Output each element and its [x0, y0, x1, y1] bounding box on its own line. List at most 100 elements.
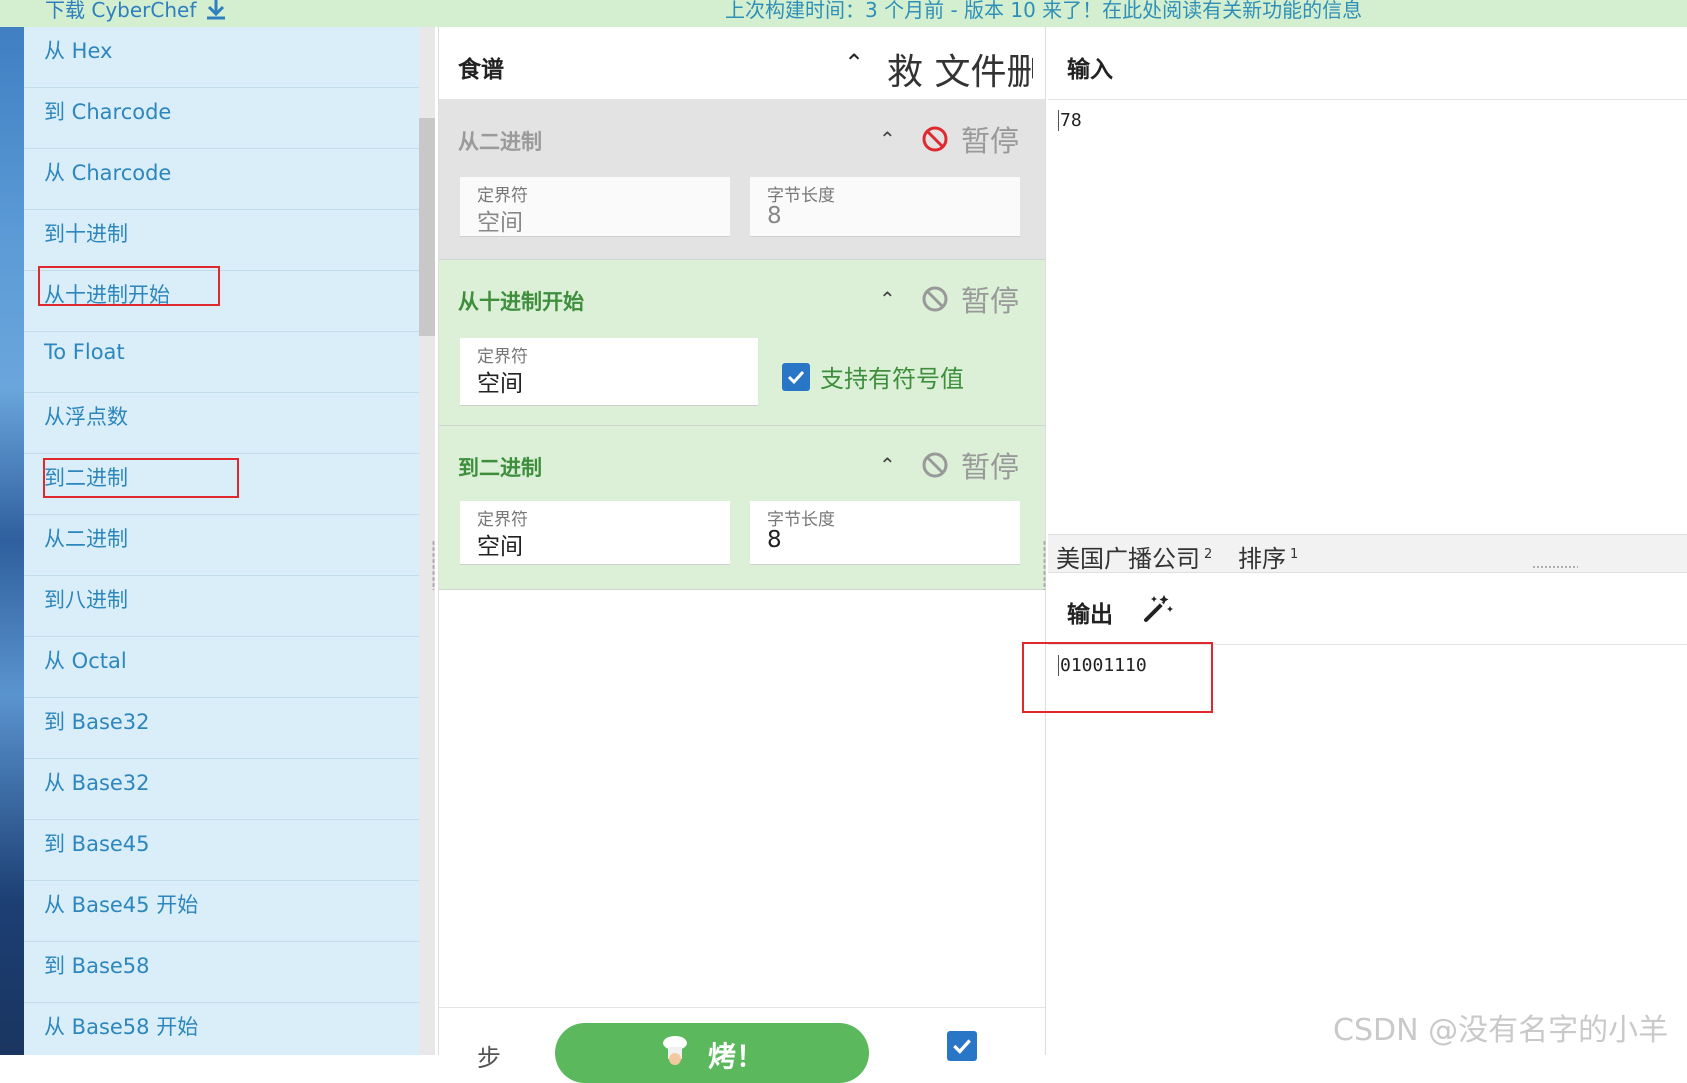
magic-wand-icon[interactable] — [1140, 592, 1174, 626]
chevron-up-icon[interactable]: ⌃ — [879, 287, 907, 311]
checkbox-checked-icon[interactable] — [782, 362, 810, 391]
length-value: 2 — [1204, 547, 1213, 562]
input-textarea[interactable]: 78 — [1058, 110, 1082, 131]
highlight-box-output — [1022, 642, 1213, 713]
field-value: 空间 — [477, 534, 523, 560]
field-value: 8 — [767, 527, 782, 553]
io-panel: 输入 78 美国广播公司 2 排序 1 输出 01001110 — [1048, 27, 1687, 1055]
input-title: 输入 — [1067, 57, 1113, 83]
recipe-step-to-binary: 到二进制 ⌃ 暂停 定界符 空间 字节长度 8 — [439, 426, 1045, 590]
length-label: 美国广播公司 — [1056, 545, 1200, 573]
operation-label: 从 Charcode — [44, 161, 172, 185]
update-notice[interactable]: 上次构建时间：3 个月前 - 版本 10 来了！在此处阅读有关新功能的信息 — [725, 0, 1362, 23]
delimiter-field[interactable]: 定界符 空间 — [460, 177, 730, 237]
operation-item-to-decimal[interactable]: 到十进制 — [24, 210, 419, 271]
input-status-bar: 美国广播公司 2 排序 1 — [1048, 534, 1687, 573]
step-name: 到二进制 — [458, 456, 542, 480]
download-icon — [207, 0, 226, 19]
operation-label: 到十进制 — [44, 222, 128, 246]
operation-item-to-octal[interactable]: 到八进制 — [24, 576, 419, 637]
bake-label: 烤！ — [707, 1040, 764, 1073]
operation-item-to-float[interactable]: To Float — [24, 332, 419, 393]
lines-value: 1 — [1290, 547, 1299, 562]
operation-label: 从 Base45 开始 — [44, 893, 199, 917]
field-value: 空间 — [477, 371, 523, 397]
operation-label: 从 Base32 — [44, 771, 150, 795]
length-status: 美国广播公司 2 — [1056, 539, 1212, 574]
recipe-resize-handle[interactable] — [432, 540, 435, 590]
field-value: 空间 — [477, 210, 523, 236]
top-banner: 下载 CyberChef 上次构建时间：3 个月前 - 版本 10 来了！在此处… — [0, 0, 1687, 27]
operation-label: 从二进制 — [44, 527, 128, 551]
panel-resize-grip[interactable] — [1532, 565, 1578, 569]
operation-label: 到 Base45 — [44, 832, 150, 856]
field-value: 8 — [767, 203, 782, 229]
operation-label: 从 Hex — [44, 39, 113, 63]
operation-label: 从浮点数 — [44, 405, 128, 429]
output-title: 输出 — [1067, 602, 1113, 628]
operation-item-from-octal[interactable]: 从 Octal — [24, 637, 419, 698]
operation-item-from-hex[interactable]: 从 Hex — [24, 27, 419, 88]
recipe-title: 食谱 — [458, 57, 504, 83]
operation-label: To Float — [44, 340, 125, 364]
operation-item-to-base32[interactable]: 到 Base32 — [24, 698, 419, 759]
pause-button[interactable]: 暂停 — [961, 444, 1019, 486]
recipe-step-from-decimal: 从十进制开始 ⌃ 暂停 定界符 空间 支持有符号值 — [439, 260, 1045, 426]
recipe-header-buttons[interactable]: 救 文件删除 — [887, 43, 1033, 95]
disable-icon[interactable] — [921, 285, 949, 313]
step-controls: ⌃ 暂停 — [879, 278, 1019, 320]
disable-icon[interactable] — [921, 451, 949, 479]
byte-length-field[interactable]: 字节长度 8 — [750, 177, 1020, 237]
input-header: 输入 — [1048, 27, 1687, 100]
operation-item-from-float[interactable]: 从浮点数 — [24, 393, 419, 454]
operations-list: 从 Hex 到 Charcode 从 Charcode 到十进制 从十进制开始 … — [24, 27, 419, 1055]
chef-icon — [662, 1036, 687, 1065]
delimiter-field[interactable]: 定界符 空间 — [460, 501, 730, 565]
step-controls: ⌃ 暂停 — [879, 444, 1019, 486]
delimiter-field[interactable]: 定界符 空间 — [460, 338, 758, 406]
auto-bake-checkbox[interactable] — [947, 1031, 977, 1061]
support-signed-values-checkbox[interactable]: 支持有符号值 — [782, 359, 964, 394]
operation-item-to-base58[interactable]: 到 Base58 — [24, 942, 419, 1003]
watermark: CSDN @没有名字的小羊 — [1333, 1013, 1669, 1048]
download-link[interactable]: 下载 CyberChef — [45, 0, 228, 23]
recipe-footer: 步 烤！ — [439, 1007, 1045, 1083]
io-resize-handle[interactable] — [1043, 540, 1046, 590]
chevron-up-icon[interactable]: ⌃ — [879, 453, 907, 477]
step-button[interactable]: 步 — [477, 1038, 501, 1073]
operation-item-from-base32[interactable]: 从 Base32 — [24, 759, 419, 820]
disable-icon[interactable] — [921, 125, 949, 153]
operation-label: 到 Base32 — [44, 710, 150, 734]
operation-item-from-binary[interactable]: 从二进制 — [24, 515, 419, 576]
operation-item-from-charcode[interactable]: 从 Charcode — [24, 149, 419, 210]
bake-button[interactable]: 烤！ — [555, 1023, 869, 1083]
operation-label: 到 Base58 — [44, 954, 150, 978]
step-controls: ⌃ 暂停 — [879, 118, 1019, 160]
pause-button[interactable]: 暂停 — [961, 278, 1019, 320]
operation-label: 从 Base58 开始 — [44, 1015, 199, 1039]
operations-scrollbar-thumb[interactable] — [419, 118, 435, 336]
operation-item-to-base45[interactable]: 到 Base45 — [24, 820, 419, 881]
operation-item-to-charcode[interactable]: 到 Charcode — [24, 88, 419, 149]
collapse-all-icon[interactable]: ⌃ — [844, 49, 864, 77]
operation-item-from-base45[interactable]: 从 Base45 开始 — [24, 881, 419, 942]
lines-label: 排序 — [1238, 545, 1286, 573]
highlight-box-from-decimal — [38, 266, 220, 306]
highlight-box-to-binary — [43, 458, 239, 498]
pause-button[interactable]: 暂停 — [961, 118, 1019, 160]
download-label: 下载 CyberChef — [45, 0, 197, 22]
output-header: 输出 — [1048, 572, 1687, 645]
chevron-up-icon[interactable]: ⌃ — [879, 127, 907, 151]
step-name: 从十进制开始 — [458, 290, 584, 314]
recipe-panel: 食谱 ⌃ 救 文件删除 从二进制 ⌃ 暂停 定界符 空间 字节长度 8 从十进制… — [438, 27, 1046, 1083]
operation-label: 到 Charcode — [44, 100, 172, 124]
byte-length-field[interactable]: 字节长度 8 — [750, 501, 1020, 565]
step-name: 从二进制 — [458, 130, 542, 154]
operation-item-from-base58[interactable]: 从 Base58 开始 — [24, 1003, 419, 1055]
recipe-header: 食谱 ⌃ 救 文件删除 — [439, 27, 1045, 100]
desktop-wallpaper — [0, 27, 24, 1055]
checkbox-label: 支持有符号值 — [820, 365, 964, 393]
operation-label: 从 Octal — [44, 649, 127, 673]
recipe-step-from-binary: 从二进制 ⌃ 暂停 定界符 空间 字节长度 8 — [439, 100, 1045, 260]
operation-label: 到八进制 — [44, 588, 128, 612]
